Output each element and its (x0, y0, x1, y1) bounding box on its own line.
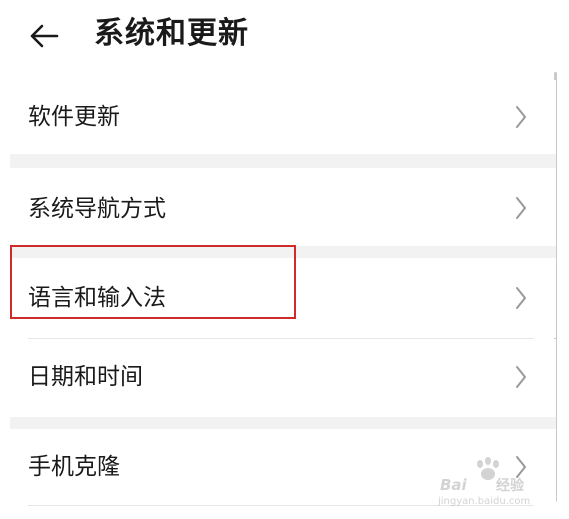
list-item-phone-clone[interactable]: 手机克隆 (0, 429, 556, 505)
section-gap (10, 246, 556, 258)
back-arrow-icon (30, 24, 59, 48)
list-item-language-input[interactable]: 语言和输入法 (0, 258, 556, 338)
back-button[interactable] (22, 14, 66, 58)
list-item-label: 语言和输入法 (28, 285, 166, 311)
section-gap (10, 417, 556, 429)
list-item-label: 手机克隆 (28, 454, 120, 480)
chevron-right-icon (516, 366, 526, 388)
divider (28, 505, 534, 506)
title-bar: 系统和更新 (0, 0, 569, 80)
chevron-right-icon (516, 287, 526, 309)
list-item-software-update[interactable]: 软件更新 (0, 80, 556, 154)
list-item-date-time[interactable]: 日期和时间 (0, 339, 556, 417)
chevron-right-icon (516, 197, 526, 219)
chevron-right-icon (516, 106, 526, 128)
page-title: 系统和更新 (94, 16, 249, 51)
list-item-label: 系统导航方式 (28, 196, 166, 222)
chevron-right-icon (516, 456, 526, 478)
section-gap (10, 154, 556, 168)
list-item-label: 软件更新 (28, 104, 120, 130)
list-item-label: 日期和时间 (28, 364, 143, 390)
list-item-system-navigation[interactable]: 系统导航方式 (0, 168, 556, 246)
